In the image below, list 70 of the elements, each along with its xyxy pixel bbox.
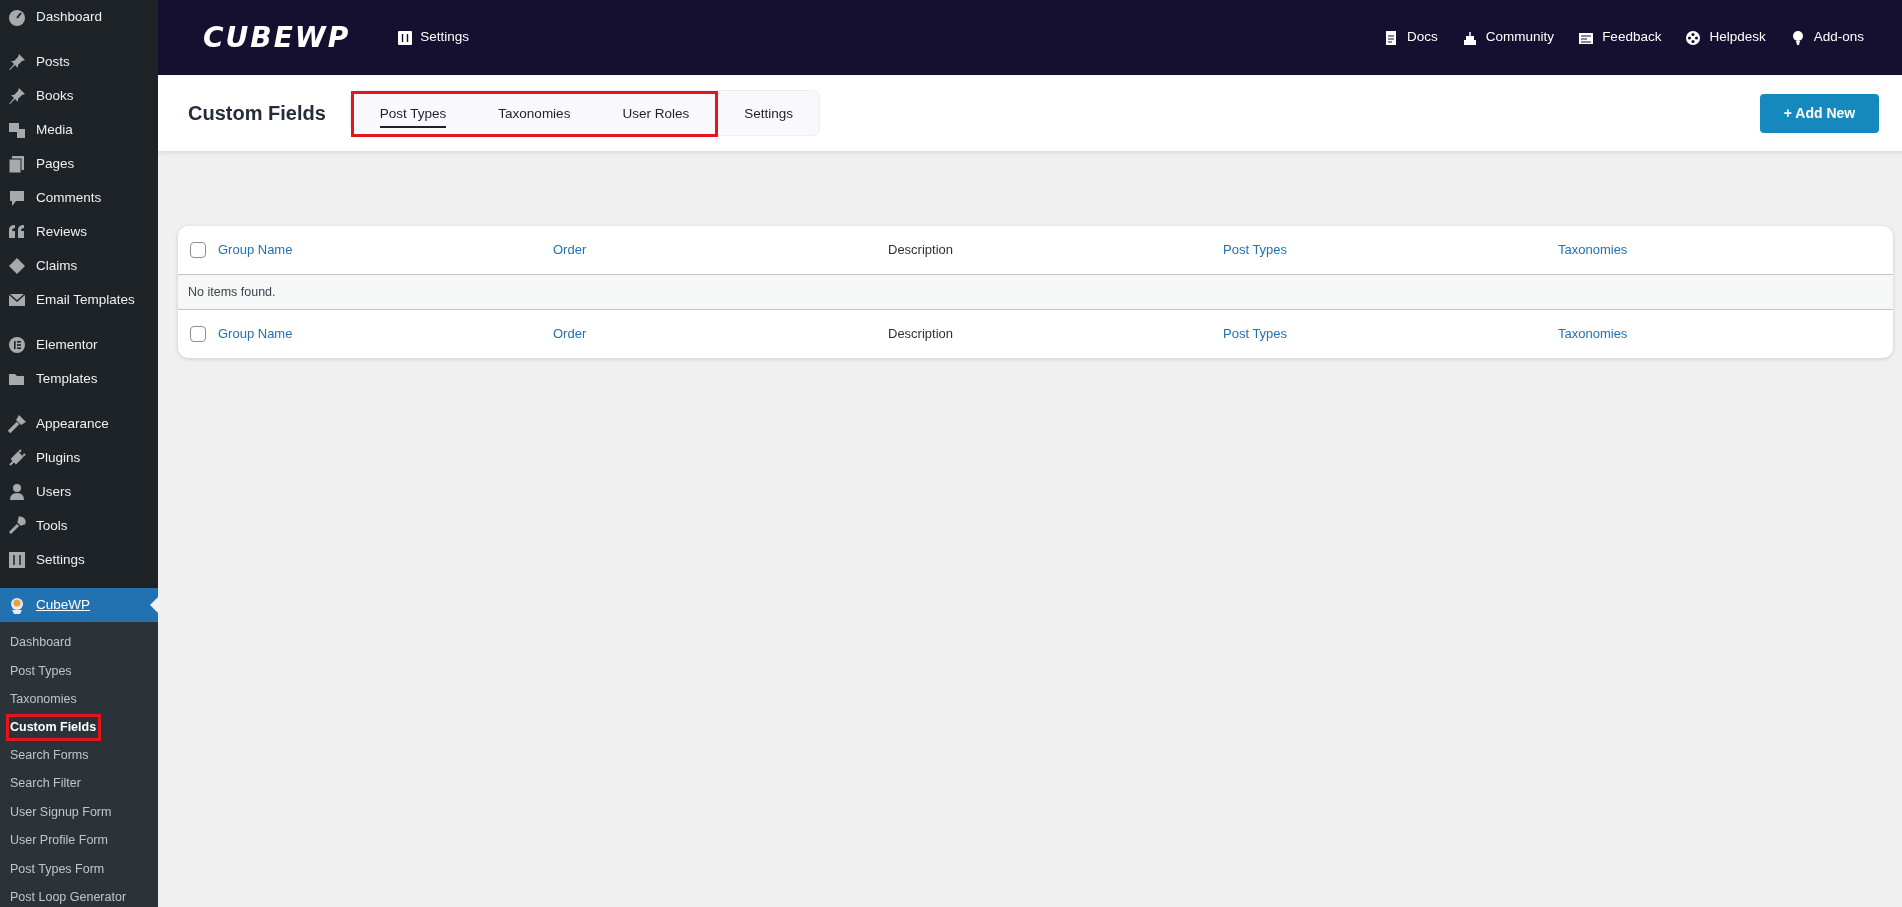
column-header: Description	[888, 326, 954, 342]
pin-icon	[7, 86, 27, 106]
submenu-item[interactable]: User Signup Form	[0, 797, 158, 826]
checkbox[interactable]	[190, 326, 206, 342]
column-header-link[interactable]: Order	[553, 326, 587, 342]
pin-icon	[7, 52, 27, 72]
circle-logo-icon	[7, 335, 27, 355]
sidebar-item[interactable]: Email Templates	[0, 283, 158, 317]
settings-link[interactable]: Settings	[398, 27, 469, 48]
page-title: Custom Fields	[188, 101, 326, 126]
column-header-link[interactable]: Order	[553, 242, 587, 258]
sidebar-item[interactable]: Elementor	[0, 328, 158, 362]
submenu-item[interactable]: User Profile Form	[0, 826, 158, 855]
speech-bubble-icon	[7, 188, 27, 208]
checkbox[interactable]	[190, 242, 206, 258]
sidebar-item[interactable]: Reviews	[0, 215, 158, 249]
sliders-icon	[398, 30, 413, 45]
media-icon	[7, 120, 27, 140]
submenu-item[interactable]: Dashboard	[0, 628, 158, 657]
submenu-item[interactable]: Taxonomies	[0, 685, 158, 714]
submenu-item[interactable]: Post Loop Generator	[0, 883, 158, 907]
sidebar-item[interactable]: CubeWP	[0, 588, 158, 622]
sidebar-item[interactable]: Posts	[0, 45, 158, 79]
gauge-icon	[7, 7, 27, 27]
submenu-item[interactable]: Post Types	[0, 656, 158, 685]
nav-link[interactable]: Feedback	[1578, 27, 1662, 48]
tab[interactable]: Settings	[718, 91, 819, 137]
tab[interactable]: User Roles	[596, 91, 719, 137]
sidebar-item[interactable]: Claims	[0, 249, 158, 283]
sidebar-item[interactable]: Plugins	[0, 441, 158, 475]
tag-icon	[7, 256, 27, 276]
sidebar-item[interactable]: Appearance	[0, 407, 158, 441]
wrench-icon	[7, 516, 27, 536]
column-header-link[interactable]: Taxonomies	[1558, 242, 1628, 258]
sidebar-item[interactable]: Books	[0, 79, 158, 113]
sidebar-item[interactable]: Users	[0, 475, 158, 509]
plug-icon	[7, 448, 27, 468]
sidebar-item[interactable]: Templates	[0, 362, 158, 396]
person-icon	[7, 482, 27, 502]
sidebar-item[interactable]: Pages	[0, 147, 158, 181]
sidebar-item[interactable]: Media	[0, 113, 158, 147]
submenu-item[interactable]: Search Filter	[0, 769, 158, 798]
sliders-icon	[7, 550, 27, 570]
nav-link[interactable]: Docs	[1383, 27, 1438, 48]
submenu-item[interactable]: Custom Fields	[6, 713, 102, 741]
tab[interactable]: Taxonomies	[472, 91, 597, 137]
paintbrush-icon	[7, 414, 27, 434]
sidebar-item[interactable]: Dashboard	[0, 0, 158, 34]
sidebar-item[interactable]: Comments	[0, 181, 158, 215]
submenu-item[interactable]: Post Types Form	[0, 854, 158, 883]
nav-link[interactable]: Add-ons	[1789, 27, 1864, 48]
cake-icon	[1461, 29, 1478, 46]
submenu-item[interactable]: Search Forms	[0, 740, 158, 769]
lifebuoy-icon	[1685, 29, 1702, 46]
sidebar-item[interactable]: Settings	[0, 543, 158, 577]
nav-link[interactable]: Helpdesk	[1685, 27, 1766, 48]
pages-icon	[7, 154, 27, 174]
column-header-link[interactable]: Post Types	[1223, 242, 1288, 258]
sidebar-item[interactable]: Tools	[0, 509, 158, 543]
column-header-link[interactable]: Group Name	[218, 326, 293, 342]
nav-link[interactable]: Community	[1461, 27, 1555, 48]
column-header-link[interactable]: Post Types	[1223, 326, 1288, 342]
column-header: Description	[888, 242, 954, 258]
current-menu-pointer	[150, 597, 158, 613]
column-header-link[interactable]: Taxonomies	[1558, 326, 1628, 342]
logo[interactable]: CUBEWP	[203, 16, 351, 59]
add-new-button[interactable]: + Add New	[1760, 93, 1879, 133]
tab[interactable]: Post Types	[350, 91, 473, 137]
empty-message: No items found.	[178, 274, 1893, 310]
column-header-link[interactable]: Group Name	[218, 242, 293, 258]
